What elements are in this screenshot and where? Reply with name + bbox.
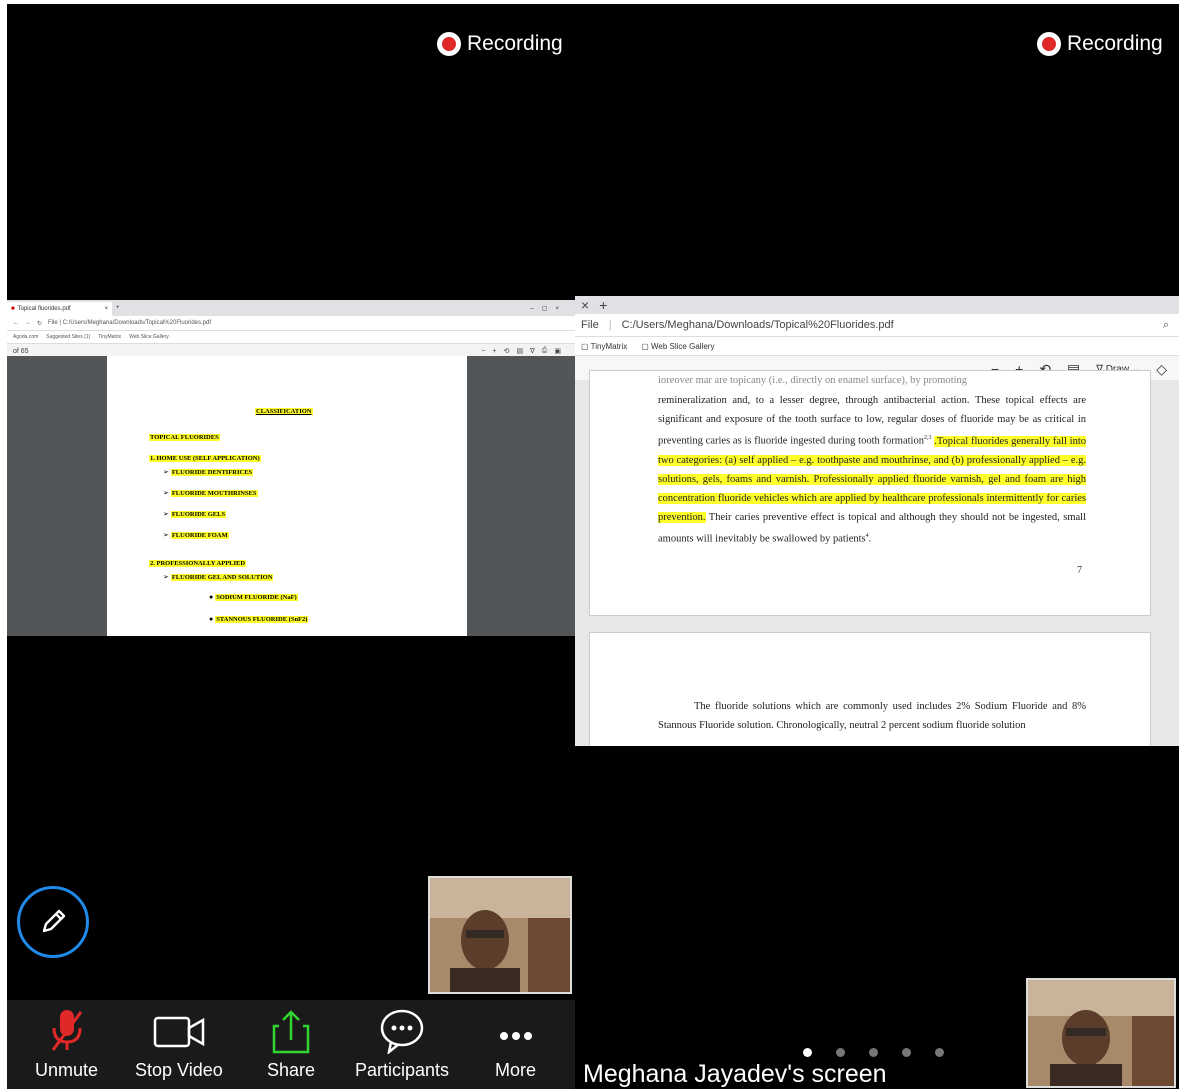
chat-bubble-icon <box>380 1009 424 1054</box>
highlighted-text: .Topical fluorides generally fall into t… <box>658 435 1086 523</box>
page-dot[interactable] <box>836 1048 845 1057</box>
bookmark-item[interactable]: ▢ TinyMatrix <box>581 342 627 351</box>
page-dot[interactable] <box>869 1048 878 1057</box>
shared-screen-left[interactable]: ■ Topical fluorides.pdf × + –▢× ← → ↻ Fi… <box>7 300 575 636</box>
pdf-icon: ■ <box>11 306 15 312</box>
recording-indicator: Recording <box>1037 32 1163 56</box>
stop-video-button[interactable]: Stop Video <box>135 1008 223 1081</box>
doc-line: FLUORIDE MOUTHRINSES <box>170 490 258 497</box>
screen-owner-label: Meghana Jayadev's screen <box>583 1060 887 1088</box>
more-dots-icon <box>499 1032 532 1040</box>
pdf-page-8: The fluoride solutions which are commonl… <box>589 632 1151 746</box>
forward-icon[interactable]: → <box>25 320 31 326</box>
bookmarks-bar: Agoda.com Suggested Sites (1) TinyMatrix… <box>7 331 575 344</box>
unmute-label: Unmute <box>35 1060 99 1080</box>
right-meeting-panel: Recording × + File | C:/Users/Meghana/Do… <box>575 4 1179 1089</box>
new-tab-icon[interactable]: + <box>116 305 120 311</box>
reload-icon[interactable]: ↻ <box>37 320 42 327</box>
zoom-out-icon[interactable]: − <box>481 348 485 355</box>
bookmark-item[interactable]: Suggested Sites (1) <box>46 334 90 340</box>
self-video-thumbnail[interactable] <box>428 876 572 994</box>
doc-line: 1. HOME USE (SELF APPLICATION) <box>149 455 261 462</box>
page-8-paragraph: The fluoride solutions which are commonl… <box>658 701 1086 731</box>
close-icon[interactable]: × <box>104 306 108 312</box>
print-icon[interactable]: ⎙ <box>542 347 548 355</box>
page-dot[interactable] <box>902 1048 911 1057</box>
page-dots[interactable] <box>803 1048 944 1057</box>
doc-line: TOPICAL FLUORIDES <box>149 434 220 441</box>
meeting-controls: Unmute Stop Video Share Participants Mor… <box>7 1000 575 1089</box>
pdf-page: CLASSIFICATION TOPICAL FLUORIDES 1. HOME… <box>107 356 467 636</box>
bookmark-item[interactable]: TinyMatrix <box>98 334 121 340</box>
doc-heading: CLASSIFICATION <box>255 408 313 415</box>
pdf-page-7: ioreover mar are topicany (i.e., directl… <box>589 370 1151 616</box>
address-bar[interactable]: ← → ↻ File | C:/Users/Meghana/Downloads/… <box>7 316 575 331</box>
bookmark-item[interactable]: Agoda.com <box>13 334 38 340</box>
recording-label: Recording <box>467 32 563 55</box>
share-label: Share <box>267 1060 316 1080</box>
doc-line: FLUORIDE GELS <box>170 511 227 518</box>
participant-video <box>430 878 570 992</box>
doc-line: FLUORIDE GEL AND SOLUTION <box>170 574 274 581</box>
stop-video-label: Stop Video <box>135 1060 223 1080</box>
annotate-button[interactable] <box>17 886 89 958</box>
page-indicator: of 65 <box>13 347 29 355</box>
pdf-viewport[interactable]: ioreover mar are topicany (i.e., directl… <box>575 370 1179 746</box>
address-bar[interactable]: File | C:/Users/Meghana/Downloads/Topica… <box>575 314 1179 337</box>
participants-button[interactable]: Participants <box>355 1008 449 1081</box>
browser-tab[interactable]: ■ Topical fluorides.pdf × <box>7 302 112 316</box>
muted-mic-icon <box>51 1010 82 1051</box>
draw-icon[interactable]: ∇ <box>530 347 535 355</box>
self-video-thumbnail[interactable] <box>1026 978 1176 1088</box>
browser-tabbar: × + <box>575 296 1179 314</box>
bookmarks-bar: ▢ TinyMatrix ▢ Web Slice Gallery <box>575 337 1179 356</box>
search-icon[interactable]: ⌕ <box>1163 319 1169 332</box>
share-icon <box>272 1010 310 1054</box>
eraser-icon[interactable]: ◇ <box>1156 361 1167 378</box>
doc-line: SODIUM FLUORIDE (NaF) <box>215 594 298 601</box>
address-text: C:/Users/Meghana/Downloads/Topical%20Flu… <box>621 319 894 331</box>
unmute-button[interactable]: Unmute <box>35 1008 98 1081</box>
cut-off-line: ioreover mar are topicany (i.e., directl… <box>658 375 968 386</box>
save-icon[interactable]: ▣ <box>554 347 561 355</box>
recording-label: Recording <box>1067 32 1163 55</box>
doc-line: FLUORIDE DENTIFRICES <box>170 469 254 476</box>
close-icon[interactable]: × <box>581 297 589 313</box>
left-meeting-panel: Recording ■ Topical fluorides.pdf × + –▢… <box>7 4 575 1089</box>
rotate-icon[interactable]: ⟲ <box>504 347 510 355</box>
new-tab-icon[interactable]: + <box>599 297 607 313</box>
fit-page-icon[interactable]: ▤ <box>516 347 523 355</box>
recording-indicator: Recording <box>437 32 563 56</box>
doc-line: 2. PROFESSIONALLY APPLIED <box>149 560 247 567</box>
browser-tabbar: ■ Topical fluorides.pdf × + –▢× <box>7 300 575 316</box>
more-button[interactable]: More <box>495 1008 536 1081</box>
bookmark-item[interactable]: Web Slice Gallery <box>129 334 169 340</box>
tab-title: Topical fluorides.pdf <box>17 306 71 312</box>
address-prefix: File <box>581 319 599 331</box>
record-icon <box>1037 32 1061 56</box>
pdf-viewport[interactable]: CLASSIFICATION TOPICAL FLUORIDES 1. HOME… <box>7 356 575 636</box>
more-label: More <box>495 1060 537 1080</box>
pencil-icon <box>42 909 66 933</box>
participant-video <box>1028 980 1174 1086</box>
doc-line: FLUORIDE FOAM <box>170 532 229 539</box>
window-controls-icon[interactable]: –▢× <box>530 305 567 312</box>
page-dot[interactable] <box>935 1048 944 1057</box>
back-icon[interactable]: ← <box>13 320 19 326</box>
bookmark-item[interactable]: ▢ Web Slice Gallery <box>641 342 714 351</box>
share-button[interactable]: Share <box>267 1008 315 1081</box>
doc-line: STANNOUS FLUORIDE (SnF2) <box>215 616 309 623</box>
page-number: 7 <box>1077 565 1082 576</box>
shared-screen-right[interactable]: × + File | C:/Users/Meghana/Downloads/To… <box>575 296 1179 746</box>
page-7-paragraph: remineralization and, to a lesser degree… <box>658 395 1086 544</box>
video-camera-icon <box>153 1016 205 1048</box>
record-icon <box>437 32 461 56</box>
participants-label: Participants <box>355 1060 450 1080</box>
address-text: File | C:/Users/Meghana/Downloads/Topica… <box>48 320 212 326</box>
page-dot[interactable] <box>803 1048 812 1057</box>
zoom-in-icon[interactable]: + <box>492 348 496 355</box>
